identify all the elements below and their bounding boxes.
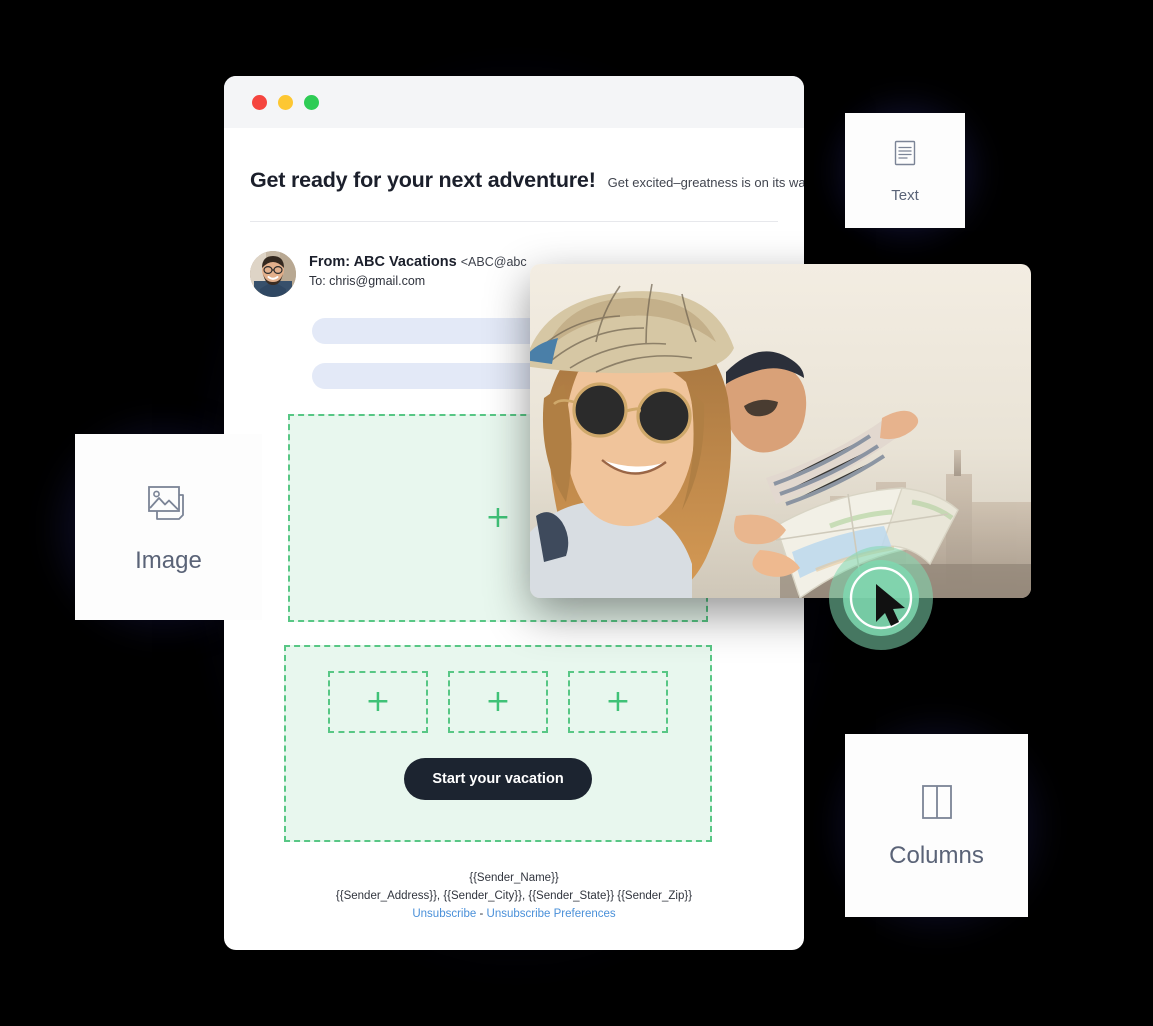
plus-icon: + xyxy=(485,500,511,535)
sender-from-label: From: ABC Vacations xyxy=(309,254,457,270)
footer-link-separator: - xyxy=(479,907,484,920)
email-subheadline: Get excited–greatness is on its way. xyxy=(607,175,804,190)
columns-row: + + + xyxy=(306,671,690,733)
unsubscribe-preferences-link[interactable]: Unsubscribe Preferences xyxy=(487,908,616,920)
columns-dropzone[interactable]: + + + Start your vacation xyxy=(284,645,712,842)
widget-card-columns[interactable]: Columns xyxy=(845,734,1028,917)
hero-photo xyxy=(530,264,1031,598)
cursor-click-indicator xyxy=(829,546,933,650)
plus-icon: + xyxy=(365,684,391,719)
sender-from-line: From: ABC Vacations <ABC@abc xyxy=(309,254,527,270)
headline-row: Get ready for your next adventure! Get e… xyxy=(250,128,804,193)
widget-card-label: Columns xyxy=(889,842,984,869)
start-your-vacation-button[interactable]: Start your vacation xyxy=(404,758,592,800)
email-footer: {{Sender_Name}} {{Sender_Address}}, {{Se… xyxy=(250,870,778,923)
email-headline: Get ready for your next adventure! xyxy=(250,168,596,192)
image-block-icon xyxy=(143,480,195,533)
plus-icon: + xyxy=(605,684,631,719)
footer-sender-address: {{Sender_Address}}, {{Sender_City}}, {{S… xyxy=(335,889,693,902)
sender-from-address: <ABC@abc xyxy=(460,255,527,269)
screenshot-stage: Get ready for your next adventure! Get e… xyxy=(0,0,1153,1026)
sender-lines: From: ABC Vacations <ABC@abc To: chris@g… xyxy=(309,251,527,288)
column-dropzone-3[interactable]: + xyxy=(568,671,668,733)
close-button[interactable] xyxy=(252,94,267,110)
column-dropzone-2[interactable]: + xyxy=(448,671,548,733)
header-divider xyxy=(250,221,778,222)
widget-card-text[interactable]: Text xyxy=(845,113,965,228)
window-titlebar xyxy=(224,76,804,128)
cta-row: Start your vacation xyxy=(306,758,690,800)
widget-card-image[interactable]: Image xyxy=(75,434,262,620)
plus-icon: + xyxy=(485,684,511,719)
widget-card-label: Text xyxy=(891,186,919,204)
footer-links: Unsubscribe - Unsubscribe Preferences xyxy=(250,906,778,924)
unsubscribe-link[interactable]: Unsubscribe xyxy=(412,908,476,920)
zoom-button[interactable] xyxy=(304,94,319,110)
sender-to-line: To: chris@gmail.com xyxy=(309,274,426,288)
widget-card-label: Image xyxy=(135,546,202,574)
text-block-icon xyxy=(890,138,920,173)
minimize-button[interactable] xyxy=(278,94,293,110)
avatar xyxy=(250,251,296,297)
footer-sender-name: {{Sender_Name}} xyxy=(469,872,559,884)
column-dropzone-1[interactable]: + xyxy=(328,671,428,733)
columns-block-icon xyxy=(916,781,958,828)
